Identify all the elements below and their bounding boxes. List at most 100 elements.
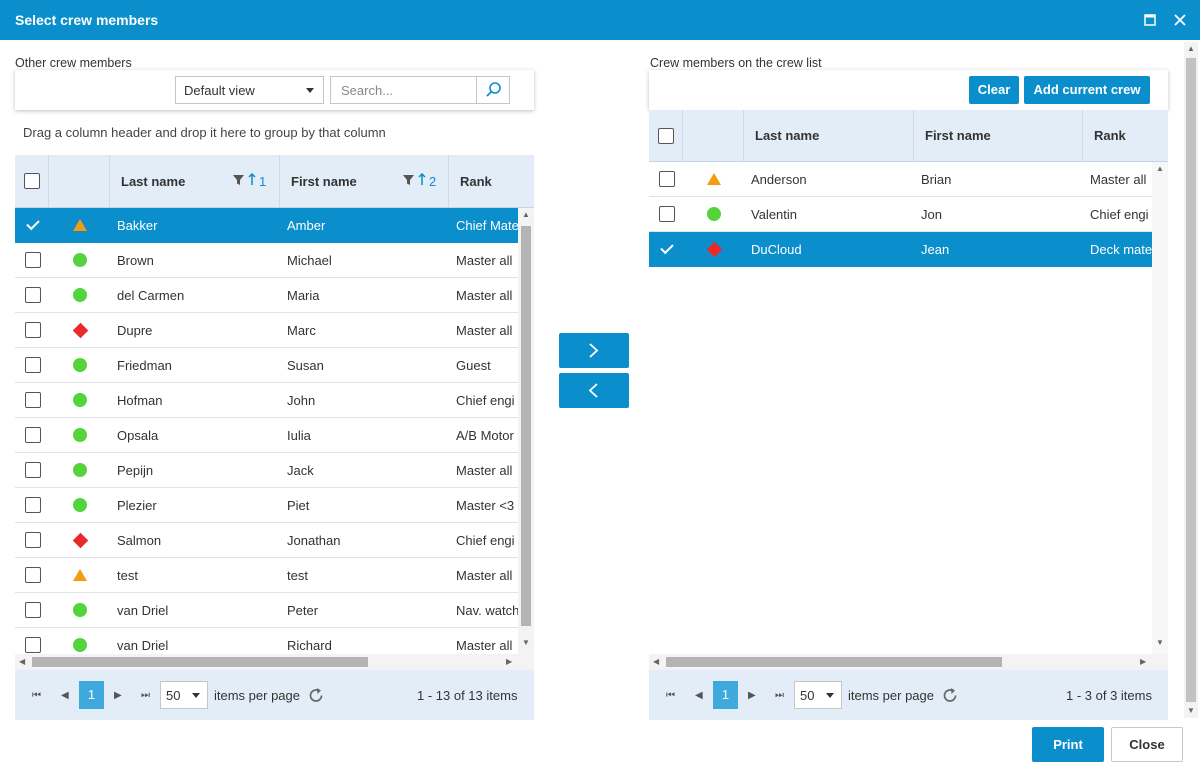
select-all-checkbox[interactable] [658,128,674,144]
row-checkbox[interactable] [25,322,41,338]
current-page[interactable]: 1 [79,681,104,709]
row-checkbox[interactable] [25,252,41,268]
left-vscroll-thumb[interactable] [521,226,531,626]
table-row[interactable]: Dupre Marc Master all [15,313,518,348]
scroll-down-icon[interactable]: ▼ [522,638,530,647]
table-row[interactable]: test test Master all [15,558,518,593]
close-icon[interactable] [1170,10,1190,30]
row-checkbox[interactable] [25,567,41,583]
dialog-vertical-scrollbar[interactable]: ▲ ▼ [1184,42,1198,718]
table-row[interactable]: Opsala Iulia A/B Motor [15,418,518,453]
table-row[interactable]: DuCloud Jean Deck mate [649,232,1152,267]
dialog-titlebar: Select crew members [0,0,1200,40]
left-vertical-scrollbar[interactable]: ▲ ▼ [518,208,534,654]
header-rank[interactable]: Rank [1083,110,1168,161]
right-hscroll-thumb[interactable] [666,657,1002,667]
scroll-up-icon[interactable]: ▲ [1156,164,1164,173]
last-page-icon[interactable]: ⏭ [141,690,150,701]
close-button[interactable]: Close [1111,727,1183,762]
print-button[interactable]: Print [1032,727,1104,762]
table-row[interactable]: Pepijn Jack Master all [15,453,518,488]
header-rank[interactable]: Rank [449,155,534,207]
status-green-dot-icon [73,498,87,512]
row-checkbox[interactable] [659,206,675,222]
table-row[interactable]: van Driel Peter Nav. watch [15,593,518,628]
table-row[interactable]: Plezier Piet Master <3 [15,488,518,523]
filter-icon [233,175,244,185]
current-page[interactable]: 1 [713,681,738,709]
table-row[interactable]: Anderson Brian Master all [649,162,1152,197]
table-row[interactable]: Brown Michael Master all [15,243,518,278]
row-checkbox[interactable] [25,637,41,653]
status-green-dot-icon [73,358,87,372]
scroll-right-icon[interactable]: ▶ [506,657,512,666]
scroll-up-icon[interactable]: ▲ [522,210,530,219]
header-last-name[interactable]: Last name 1 [110,155,280,207]
last-page-icon[interactable]: ⏭ [775,690,784,701]
row-checkbox[interactable] [25,462,41,478]
header-select-all-cell [15,155,49,207]
row-checkbox[interactable] [25,497,41,513]
maximize-icon[interactable] [1140,10,1160,30]
next-page-icon[interactable]: ▶ [114,690,122,701]
sort-order-badge: 2 [429,174,437,189]
table-row[interactable]: Valentin Jon Chief engi [649,197,1152,232]
row-checkbox[interactable] [659,171,675,187]
row-checkbox[interactable] [25,357,41,373]
items-per-page-label: items per page [214,688,300,703]
other-crew-label: Other crew members [15,56,132,70]
table-row[interactable]: van Driel Richard Master all [15,628,518,654]
row-checkbox[interactable] [25,427,41,443]
row-checkbox[interactable] [25,287,41,303]
sort-ascending-icon [248,173,256,185]
table-row[interactable]: Salmon Jonathan Chief engi [15,523,518,558]
add-current-crew-button[interactable]: Add current crew [1024,76,1150,104]
scroll-down-icon[interactable]: ▼ [1187,706,1195,715]
clear-button[interactable]: Clear [969,76,1019,104]
row-checkbox-checked[interactable] [660,240,674,255]
cell-last-name: Dupre [117,323,153,338]
scroll-left-icon[interactable]: ◀ [19,657,25,666]
header-last-name[interactable]: Last name [744,110,914,161]
crew-list-label: Crew members on the crew list [650,56,822,70]
refresh-icon[interactable] [308,687,325,704]
search-button[interactable] [476,77,509,103]
status-green-dot-icon [73,428,87,442]
table-row[interactable]: Bakker Amber Chief Mate [15,208,518,243]
right-horizontal-scrollbar[interactable]: ◀ ▶ [649,654,1168,670]
scroll-left-icon[interactable]: ◀ [653,657,659,666]
row-checkbox-checked[interactable] [26,216,40,231]
row-checkbox[interactable] [25,532,41,548]
scroll-down-icon[interactable]: ▼ [1156,638,1164,647]
table-row[interactable]: del Carmen Maria Master all [15,278,518,313]
header-first-name[interactable]: First name 2 [280,155,449,207]
items-summary: 1 - 13 of 13 items [417,688,518,703]
prev-page-icon[interactable]: ◀ [61,690,69,701]
first-page-icon[interactable]: ⏮ [666,690,675,701]
dialog-vscroll-thumb[interactable] [1186,58,1196,702]
search-input[interactable] [331,77,476,103]
right-vertical-scrollbar[interactable]: ▲ ▼ [1152,162,1168,654]
first-page-icon[interactable]: ⏮ [32,690,41,701]
left-horizontal-scrollbar[interactable]: ◀ ▶ [15,654,534,670]
row-checkbox[interactable] [25,602,41,618]
scroll-up-icon[interactable]: ▲ [1187,44,1195,53]
move-left-button[interactable] [559,373,629,408]
row-checkbox[interactable] [25,392,41,408]
status-green-dot-icon [73,638,87,652]
refresh-icon[interactable] [942,687,959,704]
page-size-select[interactable]: 50 [794,681,842,709]
prev-page-icon[interactable]: ◀ [695,690,703,701]
cell-rank: Master <3 [456,498,515,513]
scroll-right-icon[interactable]: ▶ [1140,657,1146,666]
select-all-checkbox[interactable] [24,173,40,189]
table-row[interactable]: Friedman Susan Guest [15,348,518,383]
cell-rank: Guest [456,358,491,373]
header-first-name[interactable]: First name [914,110,1083,161]
page-size-select[interactable]: 50 [160,681,208,709]
table-row[interactable]: Hofman John Chief engi [15,383,518,418]
move-right-button[interactable] [559,333,629,368]
left-hscroll-thumb[interactable] [32,657,368,667]
next-page-icon[interactable]: ▶ [748,690,756,701]
view-select[interactable]: Default view [175,76,324,104]
